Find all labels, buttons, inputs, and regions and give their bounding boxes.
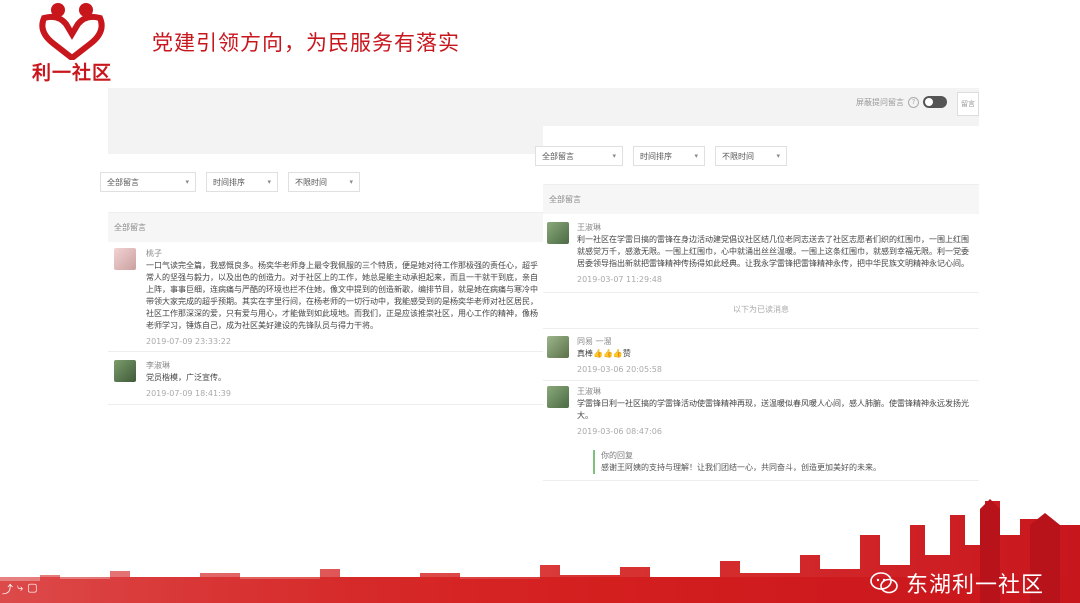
avatar[interactable] (114, 360, 136, 382)
comment-content: 一口气读完全篇，我感慨良多。杨奕华老师身上最令我佩服的三个特质，便是她对待工作那… (146, 261, 538, 330)
comment-time: 2019-03-07 11:29:48 (577, 275, 662, 284)
chevron-down-icon: ▾ (349, 178, 353, 186)
reply-label: 你的回复 (601, 451, 633, 460)
mute-toggle-group: 屏蔽提问留言 ? (856, 96, 947, 108)
comment-time: 2019-07-09 23:33:22 (146, 337, 231, 346)
chevron-down-icon: ▾ (185, 178, 189, 186)
share-icon-group: ⤴ ⤷ ▢ (2, 581, 38, 597)
comment-content: 学雷锋日利一社区搞的学雷锋活动使雷锋精神再现，送温暖似春风暖人心间，感人肺腑。使… (577, 399, 969, 420)
filter-bar: 全部留言 ▾ 时间排序 ▾ 不限时间 ▾ (100, 172, 360, 192)
commenter-name[interactable]: 王淑琳 (577, 386, 975, 398)
list-item: 王淑琳 利一社区在学雷日搞的雷锋在身边活动建党倡议社区结几位老同志送去了社区志愿… (577, 222, 975, 286)
brand-name: 东湖利一社区 (905, 573, 1044, 598)
comment-content: 党员楷模，广泛宣传。 (146, 373, 226, 382)
chevron-down-icon: ▾ (267, 178, 271, 186)
slide-title: 党建引领方向，为民服务有落实 (152, 31, 460, 55)
divider (543, 380, 979, 381)
panel-header-bar (108, 88, 544, 154)
avatar[interactable] (547, 336, 569, 358)
section-header: 全部留言 (543, 184, 979, 214)
commenter-name[interactable]: 李淑琳 (146, 360, 540, 372)
wechat-icon (870, 572, 898, 594)
chevron-down-icon: ▾ (776, 152, 780, 160)
link-icon[interactable]: ⤷ (17, 581, 23, 597)
list-item: 王淑琳 学雷锋日利一社区搞的学雷锋活动使雷锋精神再现，送温暖似春风暖人心间，感人… (577, 386, 975, 438)
avatar[interactable] (547, 222, 569, 244)
filter-scope-select[interactable]: 全部留言 ▾ (535, 146, 623, 166)
divider (543, 328, 979, 329)
read-divider-label: 以下为已读消息 (733, 305, 789, 314)
commenter-name[interactable]: 王淑琳 (577, 222, 975, 234)
comment-time: 2019-07-09 18:41:39 (146, 389, 231, 398)
right-panel-header: 屏蔽提问留言 ? 留言 (543, 88, 979, 126)
divider (108, 404, 544, 405)
avatar[interactable] (547, 386, 569, 408)
commenter-name[interactable]: 同易 一溜 (577, 336, 975, 348)
logo-text: 利一社区 (31, 62, 112, 84)
section-header: 全部留言 (108, 212, 544, 242)
comment-content: 真棒👍👍👍赞 (577, 349, 631, 358)
commenter-name[interactable]: 桃子 (146, 248, 540, 260)
right-comments-panel: 全部留言 ▾ 时间排序 ▾ 不限时间 ▾ 全部留言 王淑琳 利一社区在学雷日搞的雷锋在… (535, 126, 979, 486)
filter-scope-select[interactable]: 全部留言 ▾ (100, 172, 196, 192)
divider (543, 292, 979, 293)
footer-brand: 东湖利一社区 (870, 567, 1044, 599)
filter-sort-select[interactable]: 时间排序 ▾ (206, 172, 278, 192)
chevron-down-icon: ▾ (694, 152, 698, 160)
divider (108, 351, 544, 352)
comment-time: 2019-03-06 08:47:06 (577, 427, 662, 436)
filter-time-select[interactable]: 不限时间 ▾ (288, 172, 360, 192)
avatar[interactable] (114, 248, 136, 270)
comment-content: 利一社区在学雷日搞的雷锋在身边活动建党倡议社区结几位老同志送去了社区志愿者们织的… (577, 235, 969, 268)
admin-reply: 你的回复 感谢王阿姨的支持与理解！让我们团结一心，共同奋斗，创造更加美好的未来。 (593, 450, 971, 474)
divider (543, 480, 979, 481)
share-icon[interactable]: ⤴ (2, 581, 13, 597)
reply-text: 感谢王阿姨的支持与理解！让我们团结一心，共同奋斗，创造更加美好的未来。 (601, 463, 881, 472)
comment-time: 2019-03-06 20:05:58 (577, 365, 662, 374)
list-item: 桃子 一口气读完全篇，我感慨良多。杨奕华老师身上最令我佩服的三个特质，便是她对待… (146, 248, 540, 348)
list-item: 李淑琳 党员楷模，广泛宣传。 2019-07-09 18:41:39 (146, 360, 540, 400)
box-icon[interactable]: ▢ (27, 581, 37, 597)
filter-sort-select[interactable]: 时间排序 ▾ (633, 146, 705, 166)
heart-people-icon (39, 3, 105, 60)
list-item: 同易 一溜 真棒👍👍👍赞 2019-03-06 20:05:58 (577, 336, 975, 376)
chevron-down-icon: ▾ (612, 152, 616, 160)
mute-toggle-label: 屏蔽提问留言 (856, 97, 904, 107)
filter-bar: 全部留言 ▾ 时间排序 ▾ 不限时间 ▾ (535, 146, 787, 166)
help-icon[interactable]: ? (908, 96, 919, 108)
mute-toggle-switch[interactable] (923, 96, 947, 108)
community-logo: 利一社区 (22, 0, 122, 85)
comment-button[interactable]: 留言 (957, 92, 979, 116)
filter-time-select[interactable]: 不限时间 ▾ (715, 146, 787, 166)
left-comments-panel: 全部留言 ▾ 时间排序 ▾ 不限时间 ▾ 全部留言 桃子 一口气读完全篇，我感慨良多。… (100, 88, 544, 418)
